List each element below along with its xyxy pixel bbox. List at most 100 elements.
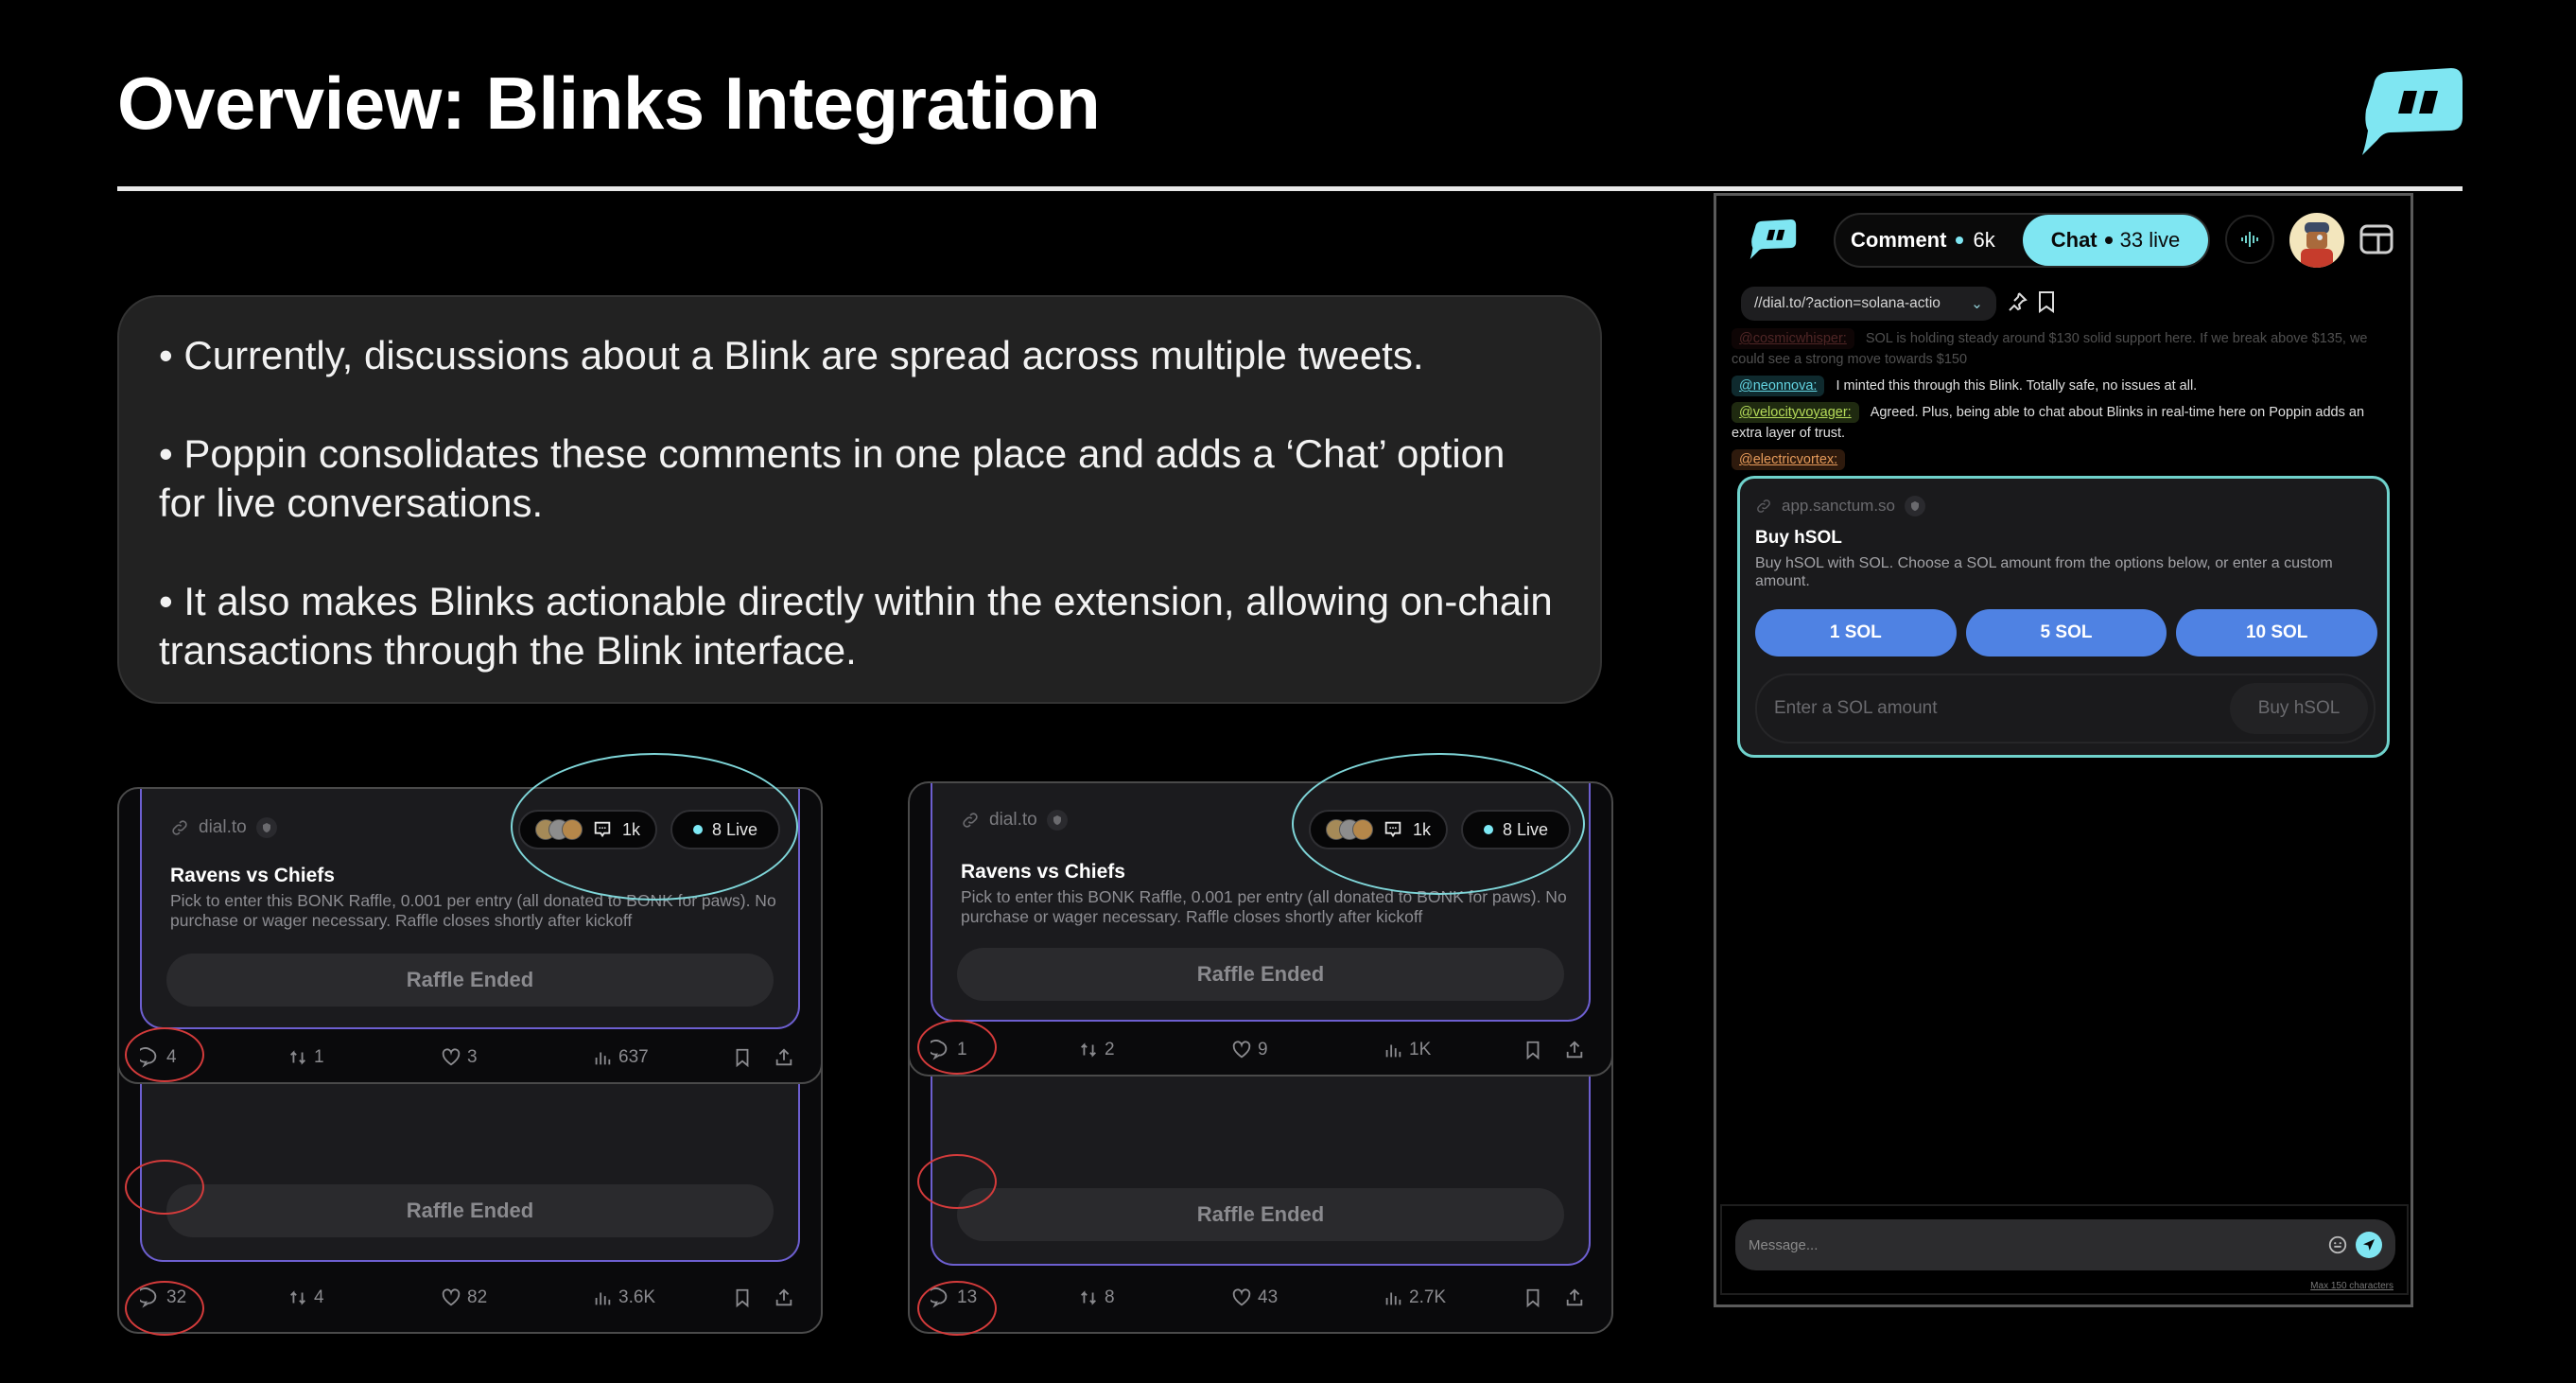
reply-button[interactable]: 1 — [931, 1040, 967, 1060]
bookmark-button[interactable] — [732, 1287, 753, 1308]
blink-stats: 1k 8 Live — [1309, 810, 1572, 849]
chat-messages: @cosmicwhisper: SOL is holding steady aro… — [1732, 328, 2392, 476]
message-handle[interactable]: @electricvortex: — [1732, 449, 1846, 470]
dot-icon — [2104, 236, 2113, 244]
reply-button[interactable]: 32 — [140, 1287, 186, 1308]
share-button[interactable] — [774, 1047, 794, 1068]
raffle-ended-button[interactable]: Raffle Ended — [166, 954, 774, 1007]
sol-option-button[interactable]: 1 SOL — [1755, 609, 1957, 656]
message-handle[interactable]: @neonnova: — [1732, 376, 1825, 396]
live-dot-icon — [693, 825, 704, 834]
message-handle[interactable]: @velocityvoyager: — [1732, 402, 1859, 423]
tweet-actions: 13 8 43 2.7K — [910, 1271, 1611, 1324]
share-button[interactable] — [1564, 1287, 1585, 1308]
blink-source: dial.to — [170, 817, 277, 838]
views-button[interactable]: 2.7K — [1383, 1287, 1446, 1308]
bookmark-button[interactable] — [1523, 1287, 1543, 1308]
share-button[interactable] — [774, 1287, 794, 1308]
message-composer: Max 150 characters — [1720, 1204, 2409, 1295]
live-pill[interactable]: 8 Live — [670, 810, 781, 849]
shield-icon — [1046, 810, 1068, 831]
audio-button[interactable] — [2225, 215, 2274, 264]
bookmark-icon — [736, 1288, 749, 1308]
raffle-ended-button[interactable]: Raffle Ended — [166, 1184, 774, 1237]
buy-hsol-button[interactable]: Buy hSOL — [2230, 683, 2368, 734]
reply-button[interactable]: 13 — [931, 1287, 977, 1308]
comments-pill[interactable]: 1k — [518, 810, 658, 849]
views-button[interactable]: 637 — [592, 1047, 649, 1068]
analytics-icon — [1385, 1292, 1401, 1305]
like-button[interactable]: 82 — [441, 1287, 487, 1308]
raffle-ended-button[interactable]: Raffle Ended — [957, 948, 1564, 1001]
live-pill[interactable]: 8 Live — [1461, 810, 1572, 849]
message-input[interactable] — [1749, 1236, 2327, 1253]
retweet-button[interactable]: 2 — [1078, 1040, 1115, 1060]
blink-source: dial.to — [961, 810, 1068, 831]
retweet-button[interactable]: 4 — [287, 1287, 324, 1308]
share-icon — [1566, 1288, 1583, 1306]
like-button[interactable]: 43 — [1231, 1287, 1278, 1308]
retweet-button[interactable]: 8 — [1078, 1287, 1115, 1308]
heart-icon — [442, 1288, 461, 1306]
tweet-card: dial.to 1k 8 Live Ravens vs Chiefs Pick … — [908, 781, 1613, 1077]
bookmark-icon[interactable] — [2036, 290, 2057, 313]
shield-icon — [1905, 496, 1926, 516]
chat-message: @velocityvoyager: Agreed. Plus, being abl… — [1732, 402, 2392, 444]
chat-message: @cosmicwhisper: SOL is holding steady aro… — [1732, 328, 2392, 370]
reply-button[interactable]: 4 — [140, 1047, 177, 1068]
send-icon — [2363, 1239, 2375, 1251]
audio-waveform-icon — [2241, 232, 2258, 247]
link-icon — [172, 820, 187, 835]
title-divider — [117, 186, 2463, 191]
blink-card: dial.to 1k 8 Live Ravens vs Chiefs Pick … — [140, 789, 800, 1029]
retweet-icon — [290, 1290, 305, 1305]
share-icon — [775, 1048, 792, 1066]
send-button[interactable] — [2356, 1232, 2382, 1258]
user-avatar[interactable] — [2289, 213, 2344, 268]
blink-card: dial.to 1k 8 Live Ravens vs Chiefs Pick … — [931, 783, 1591, 1022]
analytics-icon — [1385, 1044, 1401, 1058]
avatar-group — [1326, 819, 1373, 840]
sol-amount-input[interactable] — [1774, 698, 2230, 719]
tab-comment[interactable]: Comment 6k — [1851, 215, 1995, 266]
tab-chat[interactable]: Chat 33 live — [2023, 215, 2208, 266]
emoji-icon[interactable] — [2327, 1234, 2348, 1255]
views-button[interactable]: 1K — [1383, 1040, 1431, 1060]
retweet-button[interactable]: 1 — [287, 1047, 324, 1068]
bookmark-button[interactable] — [732, 1047, 753, 1068]
sol-option-button[interactable]: 10 SOL — [2176, 609, 2378, 656]
bookmark-icon — [1526, 1288, 1540, 1308]
reply-icon — [140, 1047, 157, 1068]
retweet-icon — [1081, 1290, 1096, 1305]
comment-chat-toggle: Comment 6k Chat 33 live — [1834, 213, 2210, 268]
blink-title: Ravens vs Chiefs — [170, 865, 335, 886]
blink-description: Pick to enter this BONK Raffle, 0.001 pe… — [170, 891, 776, 930]
tweet-actions: 1 2 9 1K — [910, 1024, 1611, 1075]
bookmark-button[interactable] — [1523, 1040, 1543, 1060]
comments-pill[interactable]: 1k — [1309, 810, 1449, 849]
blink-description: Pick to enter this BONK Raffle, 0.001 pe… — [961, 887, 1567, 926]
blink-title: Buy hSOL — [1755, 528, 1842, 548]
bullet-item: • Poppin consolidates these comments in … — [159, 431, 1506, 525]
overview-bullets: • Currently, discussions about a Blink a… — [117, 295, 1602, 704]
poppin-logo-icon[interactable] — [1747, 217, 1798, 262]
reply-icon — [931, 1287, 948, 1308]
blink-url-select[interactable]: //dial.to/?action=solana-actio ⌄ — [1741, 287, 1996, 321]
views-button[interactable]: 3.6K — [592, 1287, 655, 1308]
pin-icon[interactable] — [2006, 290, 2028, 313]
message-handle[interactable]: @cosmicwhisper: — [1732, 328, 1854, 349]
shield-icon — [255, 817, 277, 838]
layout-toggle-icon[interactable] — [2359, 224, 2393, 254]
share-icon — [1566, 1041, 1583, 1059]
share-icon — [775, 1288, 792, 1306]
like-button[interactable]: 3 — [441, 1047, 478, 1068]
sol-option-button[interactable]: 5 SOL — [1965, 609, 2167, 656]
raffle-ended-button[interactable]: Raffle Ended — [957, 1188, 1564, 1241]
like-button[interactable]: 9 — [1231, 1040, 1268, 1060]
chat-bubble-icon — [594, 821, 611, 838]
sol-amount-form: Buy hSOL — [1755, 674, 2376, 744]
tweet-card: dial.to 1k 8 Live Ravens vs Chiefs Pick … — [117, 787, 823, 1084]
message-input-wrap — [1735, 1219, 2395, 1270]
tweet-actions: 4 1 3 637 — [119, 1031, 821, 1082]
share-button[interactable] — [1564, 1040, 1585, 1060]
